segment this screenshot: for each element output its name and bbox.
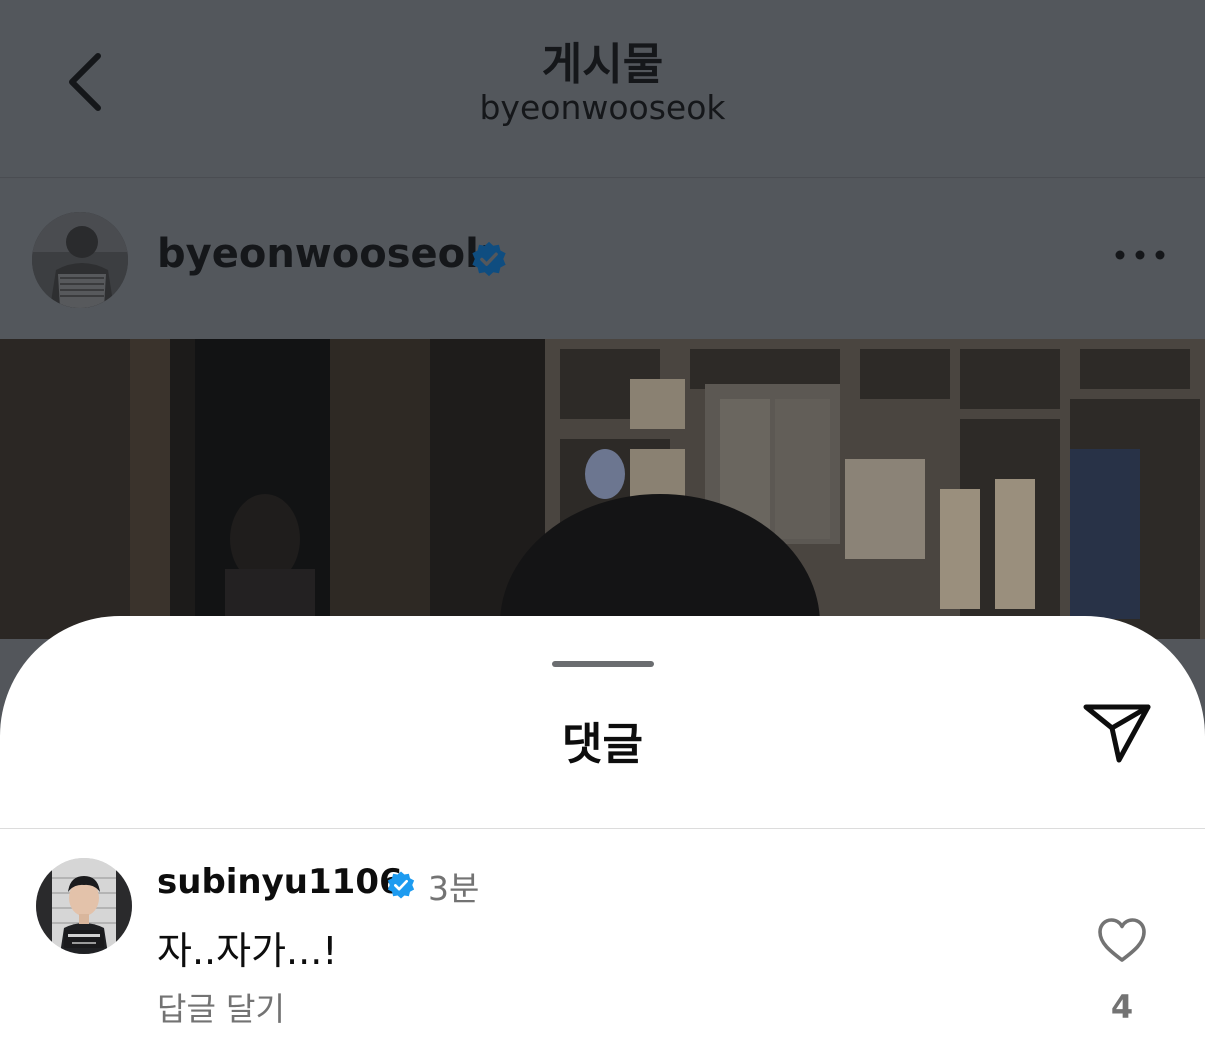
reply-button[interactable]: 답글 달기 <box>157 984 285 1030</box>
comment-like-count: 4 <box>1110 988 1134 1026</box>
comments-sheet-title: 댓글 <box>562 719 643 770</box>
heart-like-icon[interactable] <box>1096 916 1148 964</box>
comments-sheet: 댓글 subinyu1106 3분 자..자가...! 답글 달기 4 <box>0 616 1205 1042</box>
top-nav-bar: 게시물 byeonwooseok <box>0 0 1205 178</box>
page-title: 게시물 <box>541 39 664 90</box>
post-author-username[interactable]: byeonwooseok <box>157 231 492 277</box>
post-header: byeonwooseok <box>0 179 1205 339</box>
more-options-icon[interactable] <box>1112 243 1168 267</box>
commenter-username[interactable]: subinyu1106 <box>157 862 403 902</box>
comment-timestamp: 3분 <box>428 869 480 908</box>
verified-badge-icon <box>387 871 415 899</box>
share-send-icon[interactable] <box>1082 702 1152 766</box>
sheet-drag-handle[interactable] <box>552 661 654 667</box>
comment-text: 자..자가...! <box>157 929 338 973</box>
post-photo[interactable] <box>0 339 1205 639</box>
commenter-avatar[interactable] <box>36 858 132 954</box>
sheet-divider <box>0 828 1205 829</box>
page-subtitle-username[interactable]: byeonwooseok <box>0 88 1205 127</box>
verified-badge-icon <box>472 241 506 277</box>
post-author-avatar[interactable] <box>32 212 128 308</box>
